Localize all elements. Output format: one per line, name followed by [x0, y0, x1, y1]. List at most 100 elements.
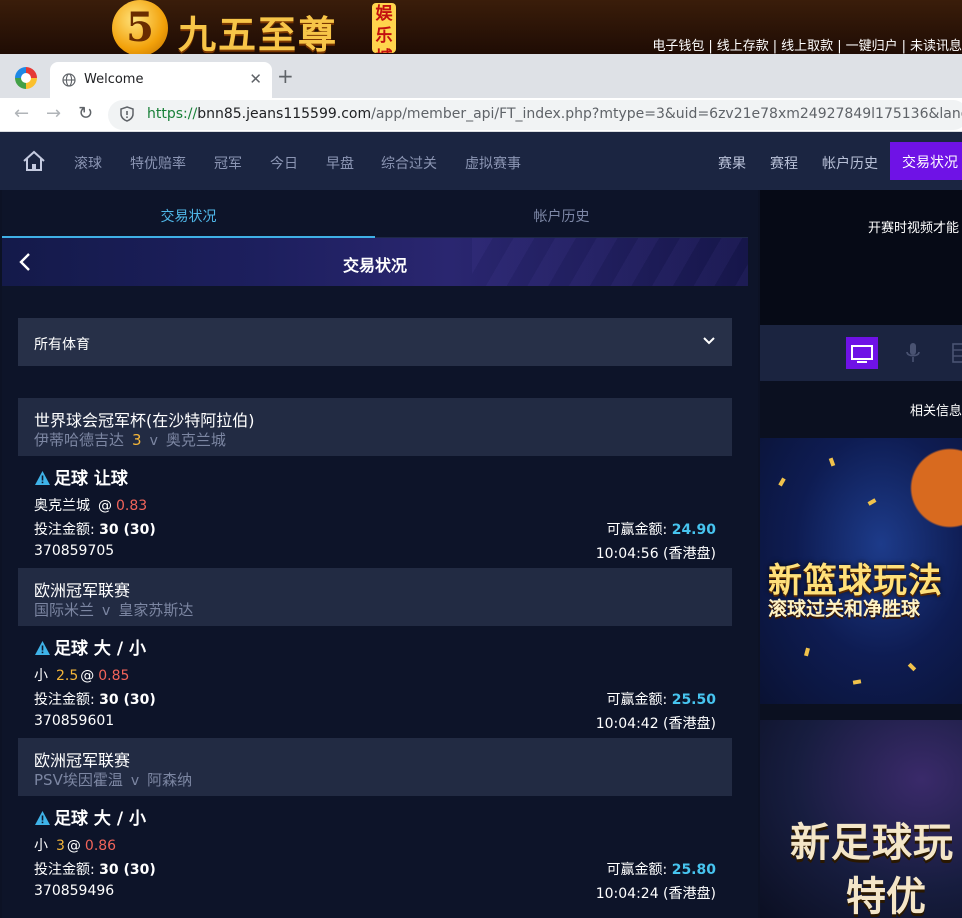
promo-banner-basketball[interactable]: 新篮球玩法 滚球过关和净胜球	[760, 438, 962, 704]
bet-type: 足球 大 / 小	[34, 634, 146, 659]
browser-tabbar: Welcome ✕ +	[0, 54, 962, 98]
film-icon[interactable]	[952, 341, 962, 365]
at-symbol: @	[66, 838, 81, 854]
link-consolidate[interactable]: 一键归户	[846, 39, 898, 54]
league-name: 欧洲冠军联赛	[34, 581, 131, 600]
account-links: 电子钱包 | 线上存款 | 线上取款 | 一键归户 | 未读讯息	[652, 39, 962, 54]
warning-icon	[35, 811, 50, 825]
new-tab-icon[interactable]: +	[277, 66, 294, 86]
forward-arrow-icon[interactable]: →	[46, 103, 61, 125]
tab-transactions[interactable]: 交易状况	[2, 190, 375, 238]
nav-parlay[interactable]: 综合过关	[381, 153, 437, 173]
win-row: 可赢金额: 25.80	[606, 862, 716, 878]
bet-type: 足球 大 / 小	[34, 804, 146, 829]
video-message: 开赛时视频才能	[868, 221, 960, 236]
stake-amount: 30 (30)	[99, 692, 156, 708]
nav-outright[interactable]: 冠军	[214, 153, 242, 173]
odds-value: 0.85	[98, 668, 130, 684]
sport-filter-dropdown[interactable]: 所有体育	[18, 318, 732, 366]
microphone-icon[interactable]	[905, 341, 921, 365]
bet-card: 欧洲冠军联赛 国际米兰 v 皇家苏斯达 足球 大 / 小 小 2.5 @0.85 投注金…	[18, 568, 732, 738]
related-info-label: 相关信息	[910, 404, 962, 419]
home-team: PSV埃因霍温	[34, 771, 123, 789]
close-icon[interactable]: ✕	[249, 70, 262, 88]
tab-account-history[interactable]: 帐户历史	[375, 190, 748, 238]
handicap-value: 3	[132, 431, 142, 449]
ticket-number: 370859601	[34, 713, 115, 729]
sport-filter-value: 所有体育	[34, 337, 90, 353]
nav-account-history[interactable]: 帐户历史	[822, 153, 878, 173]
bet-selection: 奥克兰城 @0.83	[34, 495, 147, 515]
subtabs: 交易状况 帐户历史	[2, 190, 748, 238]
odds-value: 0.86	[84, 838, 117, 854]
link-messages[interactable]: 未读讯息	[910, 39, 962, 54]
win-amount: 24.90	[671, 522, 716, 538]
media-toolbar	[760, 325, 962, 381]
nav-virtual[interactable]: 虚拟赛事	[465, 153, 521, 173]
nav-results[interactable]: 赛果	[718, 153, 746, 173]
bet-header: 欧洲冠军联赛 国际米兰 v 皇家苏斯达	[18, 568, 732, 626]
versus-label: v	[130, 773, 140, 789]
promo-subtitle: 特优	[846, 874, 926, 918]
link-deposit[interactable]: 线上存款	[717, 39, 769, 54]
app-nav: 滚球 特优赔率 冠军 今日 早盘 综合过关 虚拟赛事 赛果 赛程 帐户历史 交易…	[0, 132, 962, 190]
at-symbol: @	[98, 498, 112, 514]
promo-title: 新足球玩	[790, 820, 954, 866]
stake-amount: 30 (30)	[99, 522, 156, 538]
win-row: 可赢金额: 25.50	[606, 692, 716, 708]
home-team: 国际米兰	[34, 601, 95, 619]
away-team: 阿森纳	[147, 771, 193, 789]
nav-today[interactable]: 今日	[270, 153, 298, 173]
browser-tab[interactable]: Welcome ✕	[50, 62, 272, 98]
away-team: 奥克兰城	[165, 431, 226, 449]
bet-header: 世界球会冠军杯(在沙特阿拉伯) 伊蒂哈德吉达 3 v 奥克兰城	[18, 398, 732, 456]
chevron-down-icon	[703, 337, 715, 345]
away-team: 皇家苏斯达	[118, 601, 194, 619]
url-field[interactable]: https://bnn85.jeans115599.com/app/member…	[108, 100, 962, 130]
bet-time: 10:04:42 (香港盘)	[595, 716, 716, 732]
nav-transactions[interactable]: 交易状况	[890, 142, 962, 180]
win-amount: 25.80	[671, 862, 716, 878]
bet-time: 10:04:56 (香港盘)	[595, 546, 716, 562]
bet-selection: 小 3 @0.86	[34, 835, 116, 855]
globe-icon	[62, 73, 76, 90]
ticket-number: 370859496	[34, 883, 115, 899]
bet-list: 世界球会冠军杯(在沙特阿拉伯) 伊蒂哈德吉达 3 v 奥克兰城 足球 让球 奥克兰城 @…	[18, 398, 732, 908]
site-banner: 5 九五至尊 娱乐城 电子钱包|线上存款|线上取款|一键归户|未读讯息	[0, 0, 962, 57]
selection-name: 小	[34, 838, 48, 854]
bet-card: 欧洲冠军联赛 PSV埃因霍温 v 阿森纳 足球 大 / 小 小 3 @0.86 投注金额…	[18, 738, 732, 908]
home-team: 伊蒂哈德吉达	[34, 431, 125, 449]
bet-header: 欧洲冠军联赛 PSV埃因霍温 v 阿森纳	[18, 738, 732, 796]
browser-addressbar: ← → ↻ https://bnn85.jeans115599.com/app/…	[0, 98, 962, 132]
nav-live[interactable]: 滚球	[74, 153, 102, 173]
nav-early[interactable]: 早盘	[326, 153, 354, 173]
stake-amount: 30 (30)	[99, 862, 156, 878]
match-teams: 国际米兰 v 皇家苏斯达	[34, 599, 193, 620]
stake-row: 投注金额: 30 (30)	[34, 862, 156, 878]
line-value: 3	[56, 838, 65, 854]
home-icon[interactable]	[22, 150, 46, 172]
match-teams: 伊蒂哈德吉达 3 v 奥克兰城	[34, 429, 226, 450]
stake-row: 投注金额: 30 (30)	[34, 522, 156, 538]
logo-tag: 娱乐城	[372, 3, 396, 53]
security-icon[interactable]	[120, 106, 134, 122]
bet-card: 世界球会冠军杯(在沙特阿拉伯) 伊蒂哈德吉达 3 v 奥克兰城 足球 让球 奥克兰城 @…	[18, 398, 732, 568]
link-wallet[interactable]: 电子钱包	[652, 39, 704, 54]
warning-icon	[35, 471, 50, 485]
nav-schedule[interactable]: 赛程	[770, 153, 798, 173]
link-withdraw[interactable]: 线上取款	[781, 39, 833, 54]
warning-icon	[35, 641, 50, 655]
reload-icon[interactable]: ↻	[78, 103, 93, 125]
logo-text: 九五至尊	[178, 12, 339, 57]
nav-best-odds[interactable]: 特优赔率	[130, 153, 186, 173]
win-row: 可赢金额: 24.90	[606, 522, 716, 538]
league-name: 欧洲冠军联赛	[34, 751, 131, 770]
page-title: 交易状况	[342, 256, 407, 275]
tv-icon[interactable]	[846, 337, 878, 369]
promo-banner-football[interactable]: 新足球玩 特优	[760, 720, 962, 918]
at-symbol: @	[80, 668, 95, 684]
back-arrow-icon[interactable]: ←	[14, 103, 29, 125]
promo-subtitle: 滚球过关和净胜球	[768, 598, 921, 620]
browser-logo-icon	[15, 67, 37, 89]
bet-type: 足球 让球	[34, 464, 128, 489]
